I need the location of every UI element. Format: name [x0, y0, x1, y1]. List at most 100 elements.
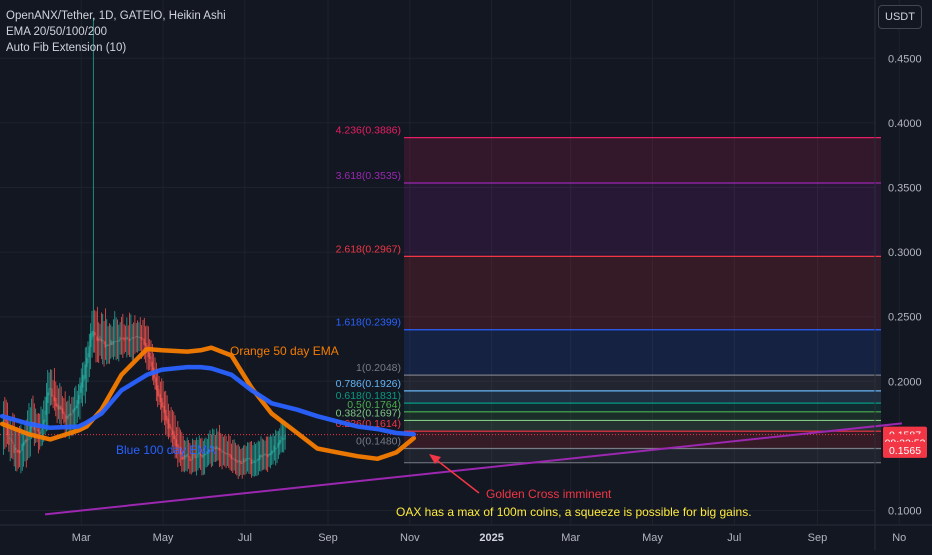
x-tick-label: May	[153, 532, 174, 544]
candle-body	[234, 459, 237, 461]
legend-fib-indicator[interactable]: Auto Fib Extension (10)	[6, 40, 226, 56]
candle-body	[254, 461, 257, 463]
candle-body	[68, 413, 70, 417]
candle-body	[271, 450, 273, 455]
candle-body	[80, 382, 82, 393]
candle-body	[276, 447, 278, 449]
candle-body	[14, 447, 17, 451]
y-tick-label: 0.1000	[888, 506, 922, 518]
candle-body	[259, 454, 261, 460]
candle-body	[91, 331, 93, 340]
candle-body	[261, 455, 263, 457]
candle-body	[244, 460, 246, 462]
x-tick-label: No	[892, 532, 906, 544]
candle-body	[39, 432, 41, 434]
candle-body	[161, 397, 163, 408]
fib-band	[404, 329, 881, 376]
candle-body	[272, 450, 274, 453]
candle-body	[90, 332, 92, 348]
chart-root[interactable]: 4.236(0.3886) 3.618(0.3535) 2.618(0.2967) 1…	[0, 0, 932, 550]
candle-body	[115, 341, 117, 342]
candle-body	[128, 338, 131, 342]
fib-level-label: 2.618(0.2967)	[336, 243, 401, 255]
candle-body	[130, 339, 132, 340]
candle-body	[265, 454, 267, 456]
candle-body	[154, 373, 156, 383]
candle-body	[283, 438, 285, 440]
candle-body	[225, 453, 227, 455]
candle-body	[277, 442, 279, 448]
candle-body	[18, 450, 21, 454]
candle-body	[102, 340, 104, 342]
price-label-text: 0.1565	[889, 445, 921, 457]
currency-button[interactable]: USDT	[878, 5, 922, 29]
candle-body	[165, 409, 167, 421]
candle-body	[141, 337, 143, 340]
candle-body	[112, 340, 115, 345]
candle-body	[237, 461, 239, 463]
candle-body	[64, 414, 66, 423]
candle-body	[138, 336, 140, 338]
candle-body	[143, 338, 145, 345]
candle-body	[220, 449, 222, 450]
candle-body	[273, 445, 275, 452]
candle-body	[65, 415, 68, 419]
y-tick-label: 0.2500	[888, 312, 922, 324]
chart-svg[interactable]: 4.236(0.3886) 3.618(0.3535) 2.618(0.2967) 1…	[0, 0, 932, 550]
legend-ema-indicator[interactable]: EMA 20/50/100/200	[6, 24, 226, 40]
candle-body	[256, 459, 258, 462]
candle-body	[108, 344, 111, 346]
candle-body	[53, 396, 56, 402]
fib-band	[404, 390, 881, 404]
candle-body	[145, 342, 147, 347]
candle-body	[275, 448, 277, 450]
x-tick-label: Mar	[561, 532, 580, 544]
y-tick-label: 0.3000	[888, 247, 922, 259]
candle-body	[149, 353, 151, 359]
candle-body	[114, 341, 116, 343]
candle-body	[87, 353, 89, 364]
chart-legend: OpenANX/Tether, 1D, GATEIO, Heikin Ashi …	[6, 8, 226, 56]
candle-body	[217, 447, 219, 449]
candle-body	[107, 344, 109, 346]
candle-body	[252, 462, 254, 464]
candle-body	[67, 415, 69, 420]
candle-body	[104, 341, 106, 348]
candle-body	[116, 340, 119, 342]
y-tick-label: 0.2000	[888, 376, 922, 388]
candle-body	[122, 337, 124, 339]
candle-layer	[2, 17, 286, 479]
candle-body	[189, 456, 191, 462]
candle-body	[248, 457, 250, 460]
candle-body	[100, 338, 102, 342]
legend-symbol[interactable]: OpenANX/Tether, 1D, GATEIO, Heikin Ashi	[6, 8, 226, 24]
candle-body	[96, 336, 98, 341]
fib-level-label: 0.786(0.1926)	[336, 378, 401, 390]
fib-band	[404, 137, 881, 183]
candle-body	[245, 458, 247, 462]
price-label-layer: 0.158708:23:530.1565	[883, 426, 927, 458]
candle-body	[253, 460, 255, 463]
candle-body	[17, 449, 19, 453]
candle-body	[88, 346, 90, 358]
candle-body	[55, 397, 57, 407]
candle-body	[44, 410, 46, 422]
candle-body	[16, 450, 18, 453]
candle-body	[45, 397, 47, 415]
candle-body	[49, 387, 52, 390]
candle-body	[21, 443, 23, 451]
candle-body	[269, 453, 271, 456]
fib-band	[404, 182, 881, 257]
candle-body	[92, 330, 94, 337]
candle-body	[60, 405, 62, 410]
candle-body	[150, 356, 152, 367]
candle-body	[166, 415, 168, 424]
candle-body	[171, 429, 174, 435]
candle-body	[257, 458, 259, 461]
candle-body	[195, 456, 198, 458]
fib-level-label: 3.618(0.3535)	[336, 170, 401, 182]
candle-body	[170, 426, 172, 431]
candle-body	[69, 413, 72, 416]
fib-layer: 4.236(0.3886) 3.618(0.3535) 2.618(0.2967) 1…	[0, 125, 881, 464]
candle-body	[63, 411, 65, 415]
